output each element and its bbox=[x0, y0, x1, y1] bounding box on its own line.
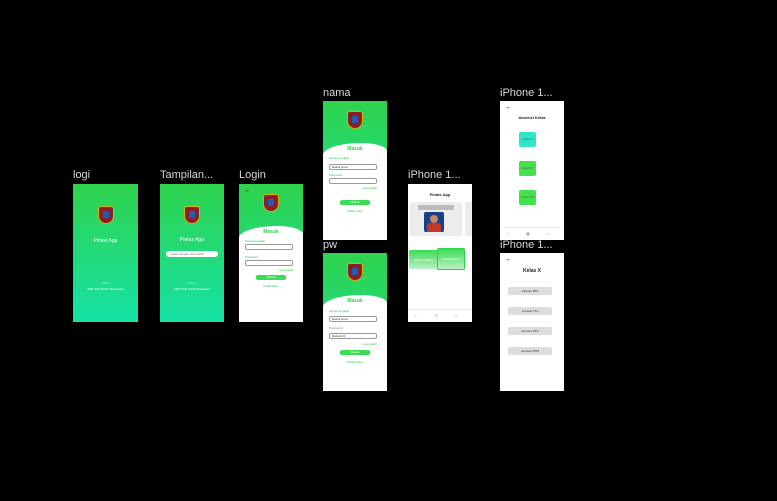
password-label: Password bbox=[329, 326, 343, 330]
login-heading: Masuk bbox=[263, 229, 279, 235]
name-input[interactable]: Ratna Anna bbox=[329, 316, 377, 322]
card-absensi-guru[interactable]: Absensi Guru bbox=[437, 248, 465, 270]
arrow-left-icon[interactable]: ← bbox=[505, 104, 512, 111]
name-input[interactable] bbox=[245, 244, 293, 250]
home-icon[interactable]: ⌂ bbox=[506, 231, 508, 236]
register-link[interactable]: Daftar Akun bbox=[239, 284, 303, 288]
frame-label-home[interactable]: iPhone 1... bbox=[408, 169, 461, 181]
home-title: Pintas App bbox=[429, 192, 451, 197]
register-link[interactable]: Daftar Akun bbox=[323, 209, 387, 213]
banner-logos bbox=[418, 205, 454, 210]
jurusan-dkv-button[interactable]: Jurusan DKV bbox=[508, 327, 552, 335]
name-label: Nama Lengkap bbox=[329, 156, 350, 160]
frame-login[interactable]: ← Masuk Nama Lengkap Password Lupa sandi… bbox=[239, 184, 303, 322]
home-icon[interactable]: ⌂ bbox=[414, 313, 416, 318]
password-input[interactable] bbox=[329, 178, 377, 184]
school-logo-icon bbox=[347, 263, 363, 281]
frame-label-pw[interactable]: pw bbox=[323, 239, 337, 251]
from-label: From bbox=[188, 281, 196, 285]
frame-label-login[interactable]: Login bbox=[239, 169, 266, 181]
forgot-password-link[interactable]: Lupa sandi bbox=[362, 342, 377, 346]
school-name: SMK Plus Pelita Nusantara bbox=[173, 287, 211, 291]
calendar-icon[interactable]: ▦ bbox=[526, 231, 530, 236]
banner-next-image[interactable] bbox=[465, 202, 472, 236]
frame-label-nama[interactable]: nama bbox=[323, 87, 351, 99]
jurusan-ppm-button[interactable]: Jurusan PPM bbox=[508, 347, 552, 355]
kelas-xi-button[interactable]: Kelas XI bbox=[519, 161, 536, 176]
card-label: Absensi Guru bbox=[441, 257, 461, 261]
form-panel: Masuk Nama Lengkap Ratna Anna Password R… bbox=[323, 295, 387, 391]
password-input[interactable] bbox=[245, 260, 293, 266]
person-icon[interactable]: ○ bbox=[455, 313, 457, 318]
name-input[interactable]: Ratna Anna bbox=[329, 164, 377, 170]
name-label: Nama Lengkap bbox=[245, 239, 266, 243]
frame-label-logi[interactable]: logi bbox=[73, 169, 90, 181]
register-link[interactable]: Daftar Akun bbox=[323, 360, 387, 364]
school-logo-icon bbox=[97, 206, 114, 224]
search-icon[interactable]: ⚲ bbox=[435, 313, 438, 318]
login-heading: Masuk bbox=[347, 298, 363, 304]
login-heading: Masuk bbox=[347, 146, 363, 152]
kelas-xii-button[interactable]: Kelas XII bbox=[519, 190, 536, 205]
school-name: SMK Plus Pelita Nusantara bbox=[87, 287, 124, 291]
arrow-left-icon[interactable]: ← bbox=[505, 256, 512, 263]
banner-photo bbox=[424, 212, 444, 232]
frame-absensi[interactable]: ← Absensi Kelas Kelas X Kelas XI Kelas X… bbox=[500, 101, 564, 240]
jurusan-tkj-button[interactable]: Jurusan TKJ bbox=[508, 307, 552, 315]
school-logo-icon bbox=[347, 111, 363, 129]
login-button[interactable]: Masuk bbox=[340, 350, 370, 355]
tab-bar: ⌂ ⚲ ○ bbox=[408, 309, 472, 322]
banner-image[interactable] bbox=[410, 202, 462, 236]
password-label: Password bbox=[329, 173, 343, 177]
kelas-title: Kelas X bbox=[522, 268, 542, 274]
forgot-password-link[interactable]: Lupa sandi bbox=[362, 186, 377, 190]
frame-logi[interactable]: Pintas App From SMK Plus Pelita Nusantar… bbox=[73, 184, 138, 322]
frame-kelas[interactable]: ← Kelas X Jurusan RPL Jurusan TKJ Jurusa… bbox=[500, 253, 564, 391]
card-absensi-siswa[interactable]: Absensi Siswa bbox=[409, 250, 438, 269]
login-button[interactable]: Masuk bbox=[256, 275, 286, 280]
school-logo-icon bbox=[184, 206, 200, 224]
arrow-left-icon[interactable]: ← bbox=[244, 187, 251, 194]
frame-label-absensi[interactable]: iPhone 1... bbox=[500, 87, 553, 99]
card-label: Absensi Siswa bbox=[413, 258, 434, 262]
frame-pw[interactable]: Masuk Nama Lengkap Ratna Anna Password R… bbox=[323, 253, 387, 391]
frame-label-kelas[interactable]: iPhone 1... bbox=[500, 239, 553, 251]
app-title: Pintas App bbox=[180, 237, 204, 243]
from-label: From bbox=[102, 281, 109, 285]
frame-tampilan[interactable]: Pintas App Lanjut dengan Akun SMK From S… bbox=[160, 184, 224, 322]
password-label: Password bbox=[245, 255, 259, 259]
jurusan-rpl-button[interactable]: Jurusan RPL bbox=[508, 287, 552, 295]
forgot-password-link[interactable]: Lupa sandi bbox=[278, 268, 293, 272]
app-title: Pintas App bbox=[93, 238, 118, 244]
school-logo-icon bbox=[263, 194, 279, 212]
frame-home[interactable]: Pintas App Absensi Siswa Absensi Guru ⌂ … bbox=[408, 184, 472, 322]
login-button[interactable]: Masuk bbox=[340, 200, 370, 205]
form-panel: Masuk Nama Lengkap Password Lupa sandi M… bbox=[239, 226, 303, 322]
frame-label-tampilan[interactable]: Tampilan... bbox=[160, 169, 213, 181]
form-panel: Masuk Nama Lengkap Ratna Anna Password L… bbox=[323, 143, 387, 240]
account-input[interactable]: Lanjut dengan Akun SMK bbox=[166, 251, 218, 257]
kelas-x-button[interactable]: Kelas X bbox=[519, 132, 536, 147]
absensi-title: Absensi Kelas bbox=[518, 115, 546, 120]
frame-nama[interactable]: Masuk Nama Lengkap Ratna Anna Password L… bbox=[323, 101, 387, 240]
name-label: Nama Lengkap bbox=[329, 309, 350, 313]
person-icon[interactable]: ○ bbox=[546, 231, 548, 236]
password-input[interactable]: Ratna123 bbox=[329, 333, 377, 339]
